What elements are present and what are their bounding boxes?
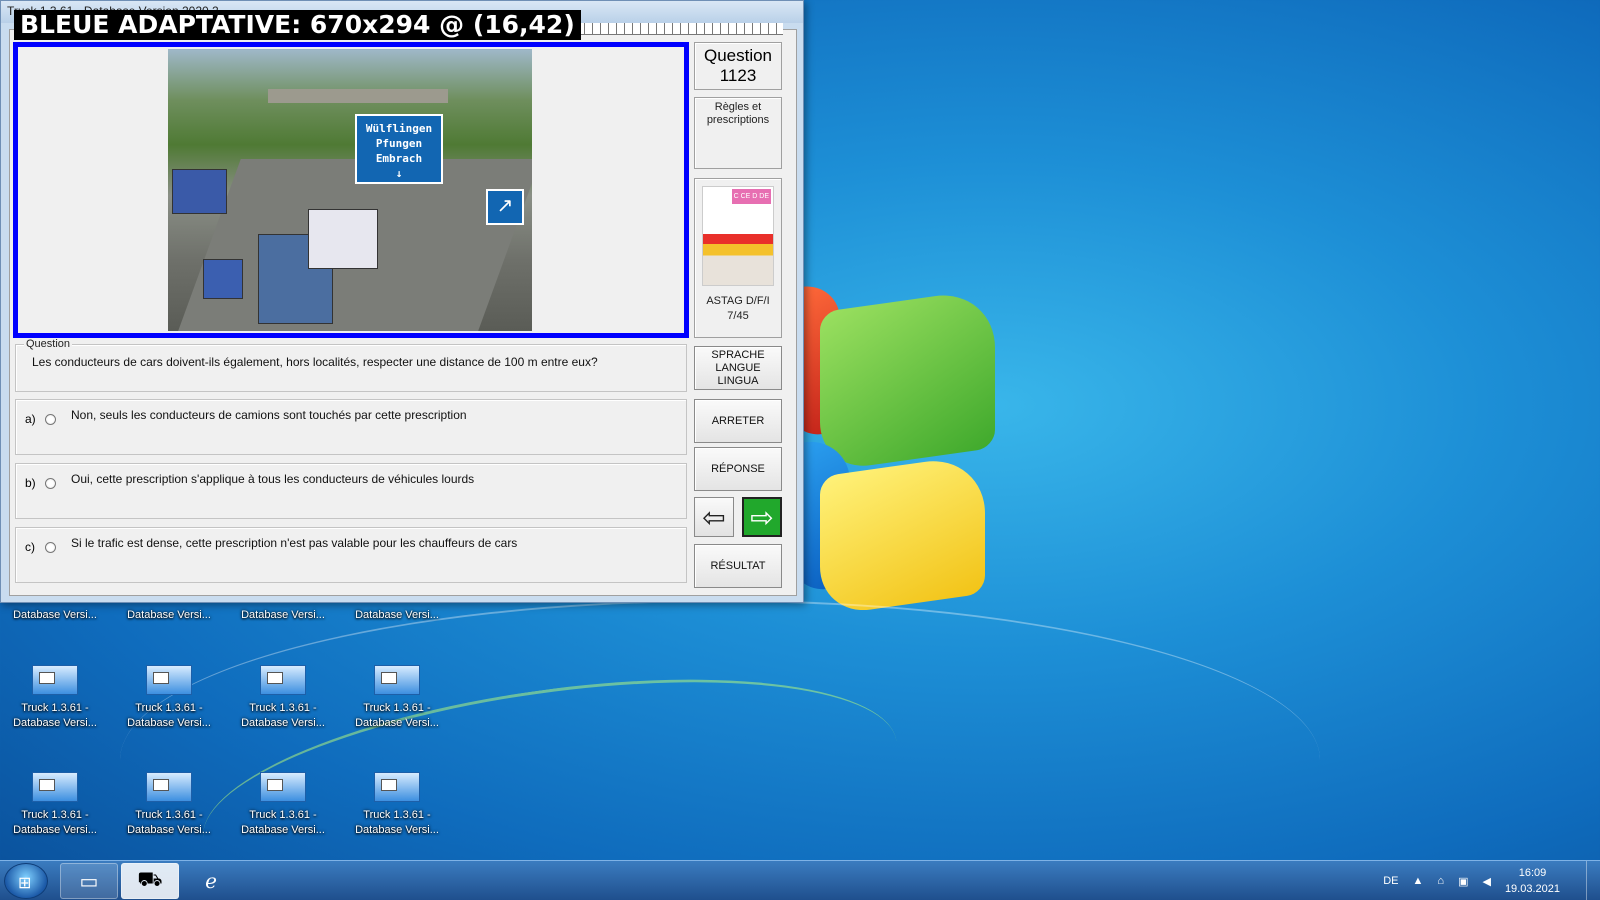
- answer-option-c[interactable]: c) Si le trafic est dense, cette prescri…: [15, 527, 687, 583]
- question-photo: Wülflingen Pfungen Embrach ↓ ↗: [168, 49, 532, 331]
- question-legend: Question: [24, 338, 73, 350]
- desktop-icon-label: Truck 1.3.61 - Database Versi...: [355, 702, 439, 729]
- desktop-icon-label: Truck 1.3.61 - Database Versi...: [355, 809, 439, 836]
- desktop-icon[interactable]: Database Versi...: [342, 608, 452, 623]
- desktop-icon-label: Database Versi...: [13, 609, 97, 621]
- desktop-icon[interactable]: Truck 1.3.61 - Database Versi...: [114, 665, 224, 731]
- stop-button[interactable]: ARRETER: [694, 399, 782, 443]
- shortcut-icon: [260, 665, 306, 695]
- question-image-frame: Wülflingen Pfungen Embrach ↓ ↗: [13, 42, 689, 338]
- overlay-label: BLEUE ADAPTATIVE: 670x294 @ (16,42): [14, 10, 581, 40]
- desktop-icon-label: Database Versi...: [241, 609, 325, 621]
- desktop-icon[interactable]: Truck 1.3.61 - Database Versi...: [114, 772, 224, 838]
- answer-radio[interactable]: [45, 542, 56, 553]
- tray-expand-icon[interactable]: ▲: [1413, 875, 1424, 887]
- shortcut-icon: [374, 665, 420, 695]
- desktop-icon[interactable]: Truck 1.3.61 - Database Versi...: [0, 665, 110, 731]
- desktop-icon-label: Truck 1.3.61 - Database Versi...: [241, 809, 325, 836]
- answer-text: Non, seuls les conducteurs de camions so…: [71, 408, 467, 422]
- clock[interactable]: 16:09 19.03.2021: [1505, 865, 1560, 897]
- answer-option-b[interactable]: b) Oui, cette prescription s'applique à …: [15, 463, 687, 519]
- answer-option-a[interactable]: a) Non, seuls les conducteurs de camions…: [15, 399, 687, 455]
- network-icon[interactable]: ▣: [1458, 875, 1468, 888]
- book-title: ASTAG D/F/I: [706, 295, 770, 307]
- book-page: 7/45: [727, 310, 749, 322]
- book-cover-tag: C CE D DE: [731, 189, 771, 204]
- desktop-icon-label: Truck 1.3.61 - Database Versi...: [127, 809, 211, 836]
- desktop-icon[interactable]: Truck 1.3.61 - Database Versi...: [342, 665, 452, 731]
- answer-text: Si le trafic est dense, cette prescripti…: [71, 536, 518, 550]
- language-indicator[interactable]: DE: [1383, 875, 1398, 887]
- right-arrow-icon: ⇨: [750, 501, 774, 533]
- system-tray: DE ▲ ⌂ ▣ ◀ 16:09 19.03.2021: [1383, 861, 1560, 900]
- desktop-icon[interactable]: Truck 1.3.61 - Database Versi...: [0, 772, 110, 838]
- question-group: Question Les conducteurs de cars doivent…: [15, 338, 687, 392]
- shortcut-icon: [374, 772, 420, 802]
- photo-bridge: [268, 89, 448, 103]
- exit-sign-icon: ↗: [486, 189, 524, 225]
- windows-icon: ⊞: [18, 875, 32, 892]
- taskbar-browser-button[interactable]: ℯ: [182, 863, 240, 899]
- result-button[interactable]: RÉSULTAT: [694, 544, 782, 588]
- answer-letter: c): [25, 540, 35, 554]
- taskbar-folder-button[interactable]: ▭: [60, 863, 118, 899]
- desktop-icon[interactable]: Truck 1.3.61 - Database Versi...: [228, 665, 338, 731]
- sign-line: Wülflingen: [365, 122, 433, 135]
- shortcut-icon: [146, 772, 192, 802]
- desktop-icon[interactable]: Truck 1.3.61 - Database Versi...: [342, 772, 452, 838]
- language-button[interactable]: SPRACHE LANGUE LINGUA: [694, 346, 782, 390]
- desktop-icon-label: Database Versi...: [127, 609, 211, 621]
- book-reference: C CE D DE ASTAG D/F/I 7/45: [694, 178, 782, 338]
- next-button[interactable]: ⇨: [742, 497, 782, 537]
- folder-icon: ▭: [79, 870, 99, 893]
- desktop-icon-label: Truck 1.3.61 - Database Versi...: [13, 702, 97, 729]
- category-label: Règles et prescriptions: [706, 101, 770, 126]
- volume-icon[interactable]: ◀: [1482, 875, 1490, 888]
- answer-button[interactable]: RÉPONSE: [694, 447, 782, 491]
- photo-truck: [172, 169, 227, 214]
- shortcut-icon: [32, 772, 78, 802]
- left-arrow-icon: ⇦: [702, 501, 726, 533]
- desktop-icon-label: Truck 1.3.61 - Database Versi...: [13, 809, 97, 836]
- answer-radio[interactable]: [45, 478, 56, 489]
- windows-logo-wallpaper: [790, 270, 1010, 620]
- clock-date: 19.03.2021: [1504, 883, 1560, 895]
- clock-time: 16:09: [1518, 867, 1547, 879]
- question-text: Les conducteurs de cars doivent-ils égal…: [32, 355, 598, 369]
- show-desktop-button[interactable]: [1586, 861, 1600, 900]
- desktop-icon[interactable]: Truck 1.3.61 - Database Versi...: [228, 772, 338, 838]
- question-number: 1123: [719, 66, 757, 85]
- question-number-box: Question 1123: [694, 42, 782, 90]
- question-label: Question: [703, 46, 773, 65]
- photo-truck: [308, 209, 378, 269]
- taskbar-truck-app-button[interactable]: ⛟: [121, 863, 179, 899]
- shortcut-icon: [146, 665, 192, 695]
- desktop-icon[interactable]: Database Versi...: [114, 608, 224, 623]
- desktop-icon[interactable]: Database Versi...: [228, 608, 338, 623]
- previous-button[interactable]: ⇦: [694, 497, 734, 537]
- answer-radio[interactable]: [45, 414, 56, 425]
- down-arrow-icon: ↓: [395, 167, 403, 180]
- start-button[interactable]: ⊞: [4, 863, 48, 899]
- answer-letter: b): [25, 476, 36, 490]
- usb-icon[interactable]: ⌂: [1437, 875, 1444, 887]
- desktop-icon-label: Truck 1.3.61 - Database Versi...: [127, 702, 211, 729]
- sign-line: Embrach: [375, 152, 423, 165]
- shortcut-icon: [32, 665, 78, 695]
- photo-car: [203, 259, 243, 299]
- desktop-icon-label: Truck 1.3.61 - Database Versi...: [241, 702, 325, 729]
- taskbar: ⊞ ▭ ⛟ ℯ DE ▲ ⌂ ▣ ◀ 16:09 19.03.2021: [0, 860, 1600, 900]
- category-box: Règles et prescriptions: [694, 97, 782, 169]
- desktop-icon-label: Database Versi...: [355, 609, 439, 621]
- answer-letter: a): [25, 412, 36, 426]
- book-cover-icon: C CE D DE: [702, 186, 774, 286]
- highway-direction-sign: Wülflingen Pfungen Embrach ↓: [355, 114, 443, 184]
- truck-icon: ⛟: [137, 868, 163, 891]
- answer-text: Oui, cette prescription s'applique à tou…: [71, 472, 475, 486]
- shortcut-icon: [260, 772, 306, 802]
- desktop-icon[interactable]: Database Versi...: [0, 608, 110, 623]
- internet-explorer-icon: ℯ: [205, 870, 217, 893]
- sign-line: Pfungen: [375, 137, 423, 150]
